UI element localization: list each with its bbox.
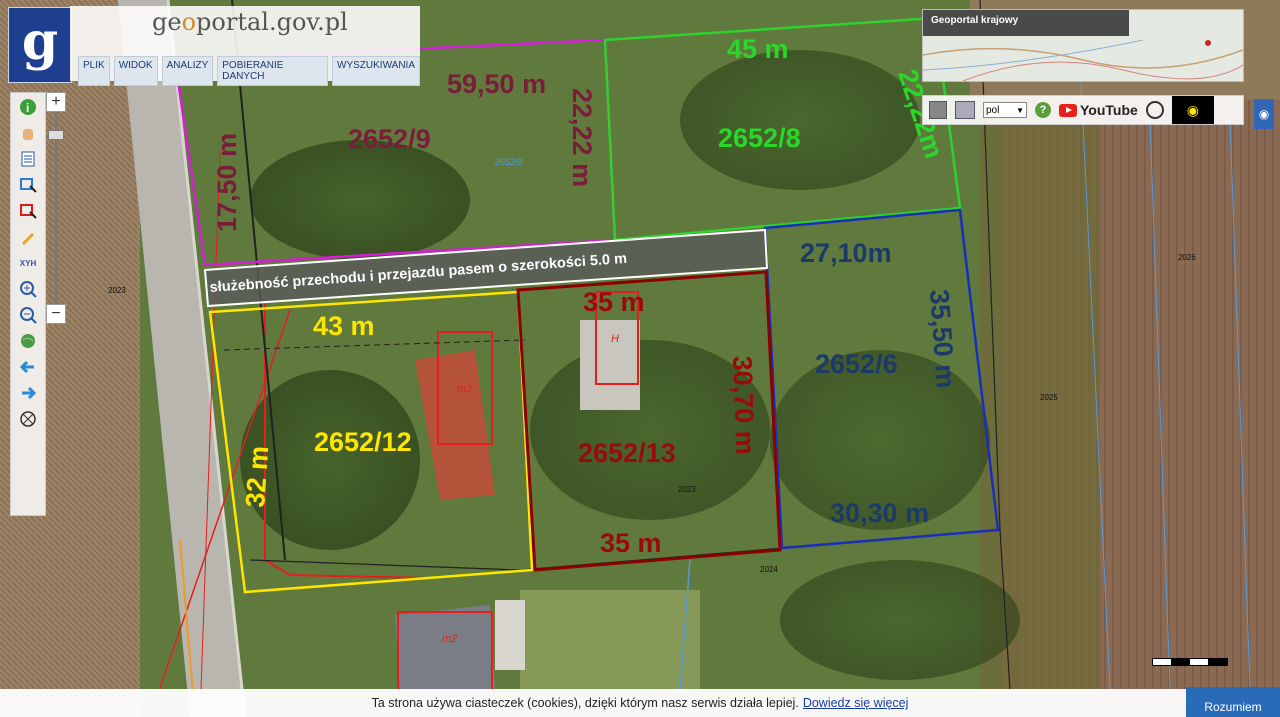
cookie-more-link[interactable]: Dowiedz się więcej <box>803 696 909 710</box>
deselect-box-icon[interactable] <box>18 201 38 221</box>
youtube-label: YouTube <box>1080 102 1138 118</box>
tree-cluster <box>680 50 920 190</box>
geoportal-logo[interactable]: g <box>8 7 72 83</box>
site-title[interactable]: geoportal.gov.pl <box>152 8 348 36</box>
parcel-2652-6-top-length: 27,10m <box>800 238 892 268</box>
zoom-handle[interactable] <box>48 130 64 140</box>
parcel-2652-13-top-length: 35 m <box>583 287 645 317</box>
header-panel: geoportal.gov.pl PLIK WIDOK ANALIZY POBI… <box>70 6 420 86</box>
map-tools-toolbar: i XYH <box>10 92 46 516</box>
overview-map[interactable]: Geoportal krajowy <box>922 9 1244 82</box>
high-contrast-icon[interactable]: ◉ <box>1171 96 1214 124</box>
youtube-play-icon <box>1059 103 1077 117</box>
parcel-2652-12-top-length: 43 m <box>313 311 375 341</box>
tree-cluster <box>780 560 1020 680</box>
menu-wyszukiwania[interactable]: WYSZUKIWANIA <box>332 56 420 86</box>
cadastral-number: 2023 <box>678 485 696 494</box>
site-title-post: portal.gov.pl <box>196 8 348 36</box>
accessibility-icon[interactable] <box>1145 101 1164 119</box>
zoom-out-icon[interactable] <box>18 305 38 325</box>
building-area-label: m2 <box>442 633 457 645</box>
menu-pobieranie-danych[interactable]: POBIERANIE DANYCH <box>217 56 329 86</box>
ms-icon[interactable] <box>955 101 975 119</box>
parcel-2652-9-top-length: 59,50 m <box>447 69 546 99</box>
parcel-2652-13-right-length: 30,70 m <box>727 355 760 455</box>
full-extent-icon[interactable] <box>18 409 38 429</box>
cadastral-number: 2652/9 <box>494 157 523 167</box>
parcel-2652-8-top-length: 45 m <box>727 34 789 64</box>
svg-text:i: i <box>26 101 29 115</box>
cadastral-number: 2025 <box>1040 393 1058 402</box>
site-title-pre: ge <box>152 8 182 36</box>
parcel-2652-9-number: 2652/9 <box>348 124 431 154</box>
menu-widok[interactable]: WIDOK <box>113 56 158 86</box>
lawn-south <box>520 590 700 690</box>
parcel-2652-13-bottom-length: 35 m <box>600 528 662 558</box>
language-select[interactable]: pol ▼ <box>983 102 1027 118</box>
select-box-icon[interactable] <box>18 175 38 195</box>
menu-analizy[interactable]: ANALIZY <box>161 56 214 86</box>
scale-bar <box>1152 658 1228 666</box>
language-value: pol <box>986 104 1000 116</box>
parcel-2652-13-number: 2652/13 <box>578 438 676 468</box>
cadastral-number: 2023 <box>108 286 126 295</box>
zoom-slider[interactable]: + − <box>46 92 66 328</box>
parcel-2652-8-number: 2652/8 <box>718 123 801 153</box>
layers-list-icon[interactable] <box>18 149 38 169</box>
parcel-2652-6-number: 2652/6 <box>815 349 898 379</box>
globe-icon[interactable] <box>18 331 38 351</box>
zoom-in-icon[interactable] <box>18 279 38 299</box>
main-menu: PLIK WIDOK ANALIZY POBIERANIE DANYCH WYS… <box>78 56 420 86</box>
arrow-right-icon[interactable] <box>18 383 38 403</box>
building-shed <box>495 600 525 670</box>
youtube-link[interactable]: YouTube <box>1059 102 1138 118</box>
help-icon[interactable]: ? <box>1035 102 1051 118</box>
right-toolbar: pol ▼ ? YouTube ◉ <box>922 95 1244 125</box>
arrow-left-icon[interactable] <box>18 357 38 377</box>
site-title-o: o <box>181 8 197 36</box>
pan-hand-icon[interactable] <box>18 123 38 143</box>
cadastral-number: 2026 <box>1178 253 1196 262</box>
tree-cluster <box>250 140 470 260</box>
info-icon[interactable]: i <box>18 97 38 117</box>
parcel-2652-12-left-length: 32 m <box>240 445 274 508</box>
zoom-plus-button[interactable]: + <box>46 92 66 112</box>
building-area-label: m2 <box>457 383 472 395</box>
menu-plik[interactable]: PLIK <box>78 56 110 86</box>
parcel-2652-6-bottom-length: 30,30 m <box>830 498 929 528</box>
zoom-track[interactable] <box>55 112 57 306</box>
cookie-accept-button[interactable]: Rozumiem <box>1186 687 1280 717</box>
cookie-banner: Ta strona używa ciasteczek (cookies), dz… <box>0 689 1280 717</box>
logo-letter: g <box>21 11 59 72</box>
parcel-2652-9-right-length: 22,22 m <box>567 88 597 187</box>
zoom-minus-button[interactable]: − <box>46 304 66 324</box>
parcel-2652-12-number: 2652/12 <box>314 427 412 457</box>
eye-icon[interactable]: ◉ <box>1254 99 1274 129</box>
cadastral-number: 2024 <box>760 565 778 574</box>
print-icon[interactable] <box>929 101 947 119</box>
building-roof <box>395 605 495 690</box>
xyh-coordinates-icon[interactable]: XYH <box>18 253 38 273</box>
cookie-text: Ta strona używa ciasteczek (cookies), dz… <box>371 696 799 710</box>
chevron-down-icon: ▼ <box>1016 105 1024 115</box>
building-roof-grey <box>580 320 640 410</box>
building-use-label: H <box>611 333 619 345</box>
overview-title: Geoportal krajowy <box>923 10 1129 36</box>
parcel-2652-9-left-length: 17,50 m <box>212 133 242 232</box>
pencil-icon[interactable] <box>18 227 38 247</box>
